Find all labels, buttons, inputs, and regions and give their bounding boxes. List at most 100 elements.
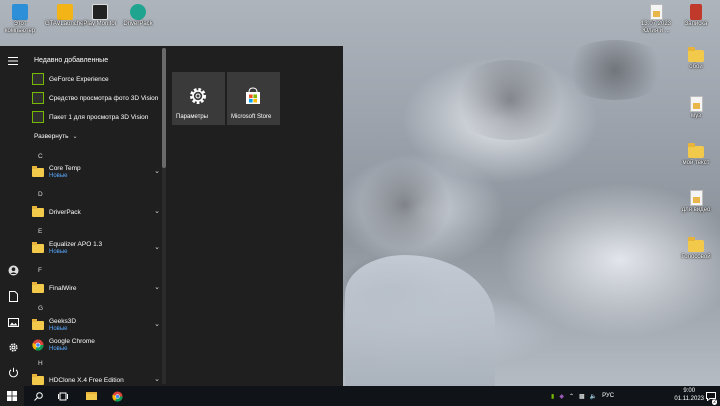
desktop-icon-driverpack[interactable]: DriverPack: [118, 4, 158, 28]
network-icon[interactable]: ▩: [579, 393, 585, 400]
desktop-icon-play-monitor[interactable]: Play Monitor: [80, 4, 120, 28]
list-item-geeks3d[interactable]: Geeks3D Новые ⌄: [32, 316, 161, 334]
new-badge: Новые: [49, 346, 68, 352]
playstation-icon: [92, 4, 108, 20]
new-badge: Новые: [49, 249, 68, 255]
list-item-google-chrome[interactable]: Google Chrome Новые: [32, 336, 161, 354]
geforce-icon: [32, 73, 44, 85]
pictures-icon[interactable]: [6, 315, 20, 329]
nvidia-3d-icon: [32, 92, 44, 104]
desktop-icon-for-video[interactable]: для видео: [676, 190, 716, 214]
letter-header[interactable]: D: [38, 191, 43, 198]
letter-header[interactable]: E: [38, 228, 42, 235]
document-icon: [689, 190, 703, 206]
documents-icon[interactable]: [6, 289, 20, 303]
wallpaper-tree-shadow: [450, 60, 570, 140]
clock-date: 01.11.2023: [674, 395, 704, 402]
nvidia-tray-icon[interactable]: ▮: [551, 393, 554, 400]
taskbar: ▮ ◆ ⌃ ▩ 🔈 РУС 9:00 01.11.2023 2: [0, 386, 720, 406]
computer-icon: [12, 4, 28, 20]
taskbar-clock[interactable]: 9:00 01.11.2023: [674, 388, 704, 403]
desktop-icon-my-text[interactable]: мой текст: [676, 143, 716, 167]
wallpaper-river: [345, 255, 495, 386]
desktop-icon-doc-1[interactable]: 13.07.2023 Юлия и ...: [636, 4, 676, 35]
task-view-button[interactable]: [52, 386, 74, 406]
list-item-3d-vision-pack[interactable]: Пакет 1 для просмотра 3D Vision: [32, 108, 161, 126]
start-rail: [0, 46, 26, 386]
letter-header[interactable]: C: [38, 153, 43, 160]
volume-icon[interactable]: 🔈: [590, 393, 597, 400]
app-tray-icon[interactable]: ◆: [559, 393, 564, 400]
new-badge: Новые: [49, 326, 68, 332]
chevron-up-icon[interactable]: ⌃: [569, 393, 574, 400]
chevron-down-icon: ⌄: [154, 208, 160, 215]
wallpaper-tree-shadow: [360, 160, 450, 250]
search-button[interactable]: [27, 386, 49, 406]
taskbar-file-explorer[interactable]: [80, 386, 102, 406]
hamburger-menu-icon[interactable]: [6, 54, 20, 68]
tile-microsoft-store[interactable]: Microsoft Store: [227, 72, 280, 125]
document-icon: [689, 96, 703, 112]
folder-icon: [32, 282, 44, 294]
folder-icon: [32, 242, 44, 254]
clock-time: 9:00: [683, 388, 696, 394]
desktop-icon-voice[interactable]: Голосовой: [676, 237, 716, 261]
task-view-icon: [58, 392, 68, 400]
language-indicator[interactable]: РУС: [602, 393, 614, 399]
folder-icon: [32, 374, 44, 386]
desktop-icon-gta-launcher[interactable]: GTAVLauncher: [45, 4, 85, 28]
document-icon: [649, 4, 663, 20]
file-explorer-icon: [85, 392, 97, 400]
list-item-finalwire[interactable]: FinalWire ⌄: [32, 279, 161, 297]
letter-header[interactable]: F: [38, 267, 42, 274]
driverpack-icon: [130, 4, 146, 20]
expand-button[interactable]: Развернуть ⌄: [34, 127, 161, 145]
list-item-hdclone[interactable]: HDClone X.4 Free Edition ⌄: [32, 371, 161, 386]
notification-count: 2: [712, 399, 717, 405]
chevron-down-icon: ⌄: [154, 376, 160, 383]
system-tray: ▮ ◆ ⌃ ▩ 🔈 РУС: [551, 386, 614, 406]
search-icon: [33, 391, 43, 401]
list-item-core-temp[interactable]: Core Temp Новые ⌄: [32, 163, 161, 181]
list-item-3d-vision-viewer[interactable]: Средство просмотра фото 3D Vision: [32, 89, 161, 107]
gear-icon: [190, 88, 206, 104]
chevron-down-icon: ⌄: [154, 284, 160, 291]
power-icon[interactable]: [6, 365, 20, 379]
tile-settings[interactable]: Параметры: [172, 72, 225, 125]
gta-launcher-icon: [57, 4, 73, 20]
list-item-equalizer-apo[interactable]: Equalizer APO 1.3 Новые ⌄: [32, 239, 161, 257]
letter-header[interactable]: H: [38, 360, 43, 367]
app-list: Недавно добавленные GeForce Experience С…: [26, 46, 161, 386]
chrome-icon: [32, 339, 44, 351]
user-account-icon[interactable]: [6, 263, 20, 277]
desktop-icon-music[interactable]: муз: [676, 96, 716, 120]
settings-gear-icon[interactable]: [6, 340, 20, 354]
folder-icon: [688, 47, 704, 62]
list-item-driverpack[interactable]: DriverPack ⌄: [32, 203, 161, 221]
notes-icon: [690, 4, 702, 20]
start-button[interactable]: [0, 386, 24, 406]
chrome-icon: [111, 390, 123, 402]
folder-icon: [32, 319, 44, 331]
new-badge: Новые: [49, 173, 68, 179]
chevron-down-icon: ⌄: [154, 168, 160, 175]
recent-header: Недавно добавленные: [34, 57, 109, 64]
windows-logo-icon: [7, 391, 17, 401]
desktop-icon-notes[interactable]: Записка: [676, 4, 716, 28]
chevron-down-icon: ⌄: [154, 321, 160, 328]
folder-icon: [688, 237, 704, 252]
chevron-down-icon: ⌄: [154, 244, 160, 251]
folder-icon: [32, 166, 44, 178]
folder-icon: [32, 206, 44, 218]
chevron-down-icon: ⌄: [72, 133, 78, 140]
desktop-icon-wallpapers[interactable]: обои: [676, 47, 716, 71]
app-list-scrollbar[interactable]: [162, 48, 166, 384]
folder-icon: [688, 143, 704, 158]
desktop-icon-this-pc[interactable]: Этот компьютер: [0, 4, 40, 35]
scrollbar-thumb[interactable]: [162, 48, 166, 168]
wallpaper-tree-shadow: [560, 40, 670, 100]
list-item-geforce[interactable]: GeForce Experience: [32, 70, 161, 88]
notification-center-button[interactable]: 2: [704, 386, 718, 406]
taskbar-chrome[interactable]: [106, 386, 128, 406]
letter-header[interactable]: G: [38, 305, 43, 312]
